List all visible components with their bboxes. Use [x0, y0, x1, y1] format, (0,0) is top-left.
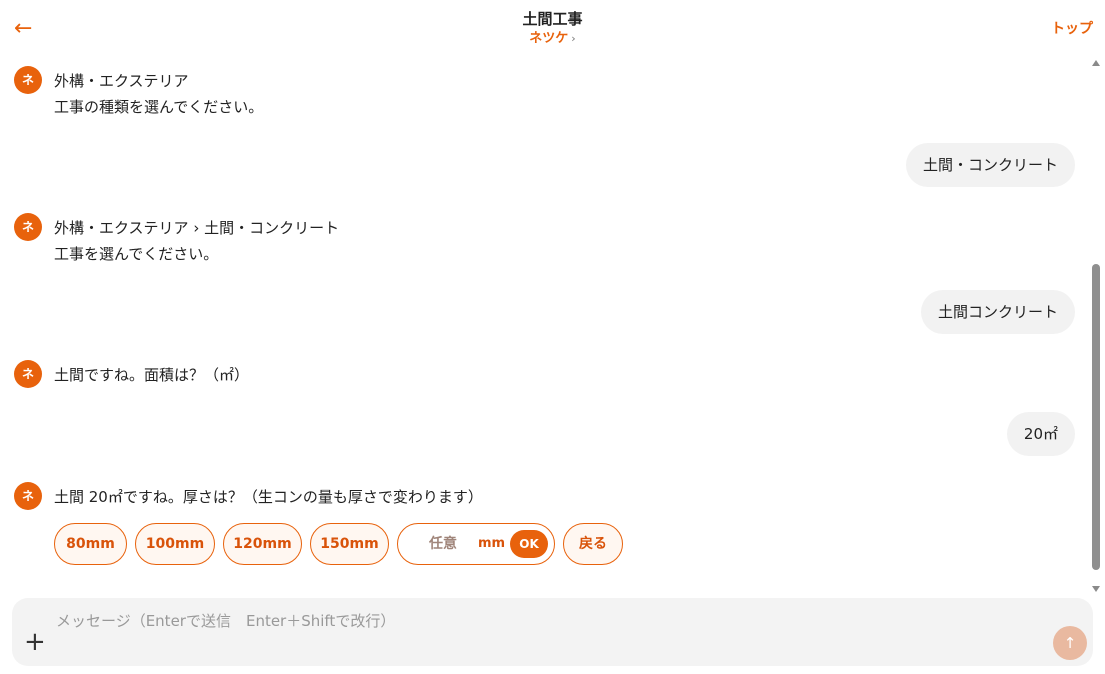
bot-message-text: 土間ですね。面積は？（㎡）	[54, 362, 249, 388]
avatar: ネ	[14, 213, 42, 241]
unit-label: mm	[478, 536, 506, 551]
page-title: 土間工事	[522, 10, 583, 28]
bot-message-text: 土間 20㎡ですね。厚さは？（生コンの量も厚さで変わります）	[54, 484, 483, 510]
scrollbar[interactable]	[1091, 60, 1101, 592]
option-80mm-button[interactable]: 80mm	[54, 523, 127, 565]
scroll-up-arrow-icon[interactable]	[1092, 60, 1100, 66]
avatar: ネ	[14, 66, 42, 94]
message-line: 土間ですね。面積は？（㎡）	[54, 366, 250, 384]
send-arrow-icon[interactable]: ↑	[1053, 626, 1087, 660]
option-150mm-button[interactable]: 150mm	[310, 523, 389, 565]
scroll-down-arrow-icon[interactable]	[1092, 586, 1100, 592]
top-link[interactable]: トップ	[1051, 18, 1093, 38]
breadcrumb-link[interactable]: ネツケ ›	[0, 29, 1105, 49]
message-line: 工事を選んでください。	[54, 245, 219, 263]
header: ← 土間工事 ネツケ › トップ	[0, 0, 1105, 58]
user-message: 土間コンクリート	[920, 290, 1075, 334]
chevron-right-icon: ›	[571, 32, 576, 45]
scrollbar-thumb[interactable]	[1092, 264, 1100, 570]
title-block: 土間工事 ネツケ ›	[0, 9, 1105, 49]
message-line: 外構・エクステリア	[54, 72, 189, 90]
user-message: 20㎡	[1006, 412, 1075, 456]
avatar: ネ	[14, 360, 42, 388]
ok-button[interactable]: OK	[510, 530, 548, 558]
message-line: 土間 20㎡ですね。厚さは？（生コンの量も厚さで変わります）	[54, 488, 483, 506]
breadcrumb-label: ネツケ	[529, 31, 569, 46]
message-line: 外構・エクステリア › 土間・コンクリート	[54, 219, 340, 237]
bot-message-text: 外構・エクステリア › 土間・コンクリート 工事を選んでください。	[54, 215, 339, 267]
back-option-button[interactable]: 戻る	[563, 523, 623, 565]
option-100mm-button[interactable]: 100mm	[135, 523, 215, 565]
message-line: 工事の種類を選んでください。	[54, 98, 264, 116]
custom-thickness-group: mm OK	[397, 523, 555, 565]
option-120mm-button[interactable]: 120mm	[223, 523, 302, 565]
avatar: ネ	[14, 482, 42, 510]
bot-message-text: 外構・エクステリア 工事の種類を選んでください。	[54, 68, 263, 120]
user-message: 土間・コンクリート	[905, 143, 1075, 187]
message-composer: + ↑	[12, 598, 1093, 666]
plus-icon[interactable]: +	[24, 628, 46, 656]
chat-thread: ネ 外構・エクステリア 工事の種類を選んでください。 土間・コンクリート ネ 外…	[0, 58, 1105, 590]
message-input[interactable]	[56, 608, 1036, 634]
custom-thickness-input[interactable]	[410, 533, 476, 555]
